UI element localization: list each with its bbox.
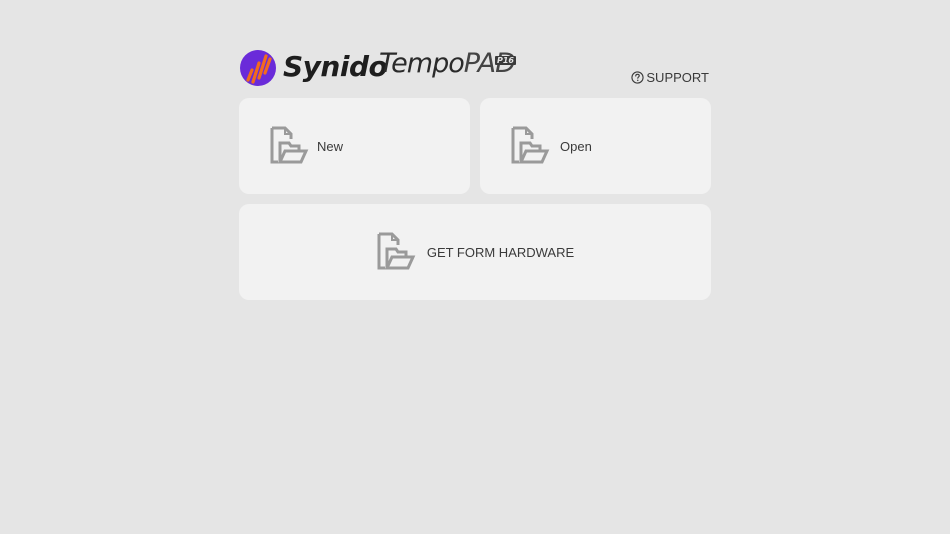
document-folder-icon — [270, 126, 309, 164]
new-project-button[interactable]: New — [239, 98, 470, 194]
product-model-badge: P16 — [495, 56, 516, 65]
product-name-main: Tempo — [379, 48, 465, 79]
header: Synido TempoPAD P16 SUPPORT — [239, 46, 711, 92]
support-label: SUPPORT — [646, 70, 709, 85]
get-form-hardware-label: GET FORM HARDWARE — [426, 244, 575, 260]
open-label: Open — [560, 138, 592, 154]
document-folder-icon — [511, 126, 550, 164]
document-folder-icon — [377, 232, 416, 270]
open-project-button[interactable]: Open — [480, 98, 711, 194]
synido-logo-icon — [240, 50, 276, 86]
question-circle-icon — [631, 71, 645, 84]
get-form-hardware-button[interactable]: GET FORM HARDWARE — [239, 204, 711, 300]
support-link[interactable]: SUPPORT — [631, 70, 709, 85]
brand-name: Synido — [283, 50, 388, 83]
launcher-screen: Synido TempoPAD P16 SUPPORT New Open GET… — [0, 0, 950, 534]
new-label: New — [317, 138, 344, 154]
